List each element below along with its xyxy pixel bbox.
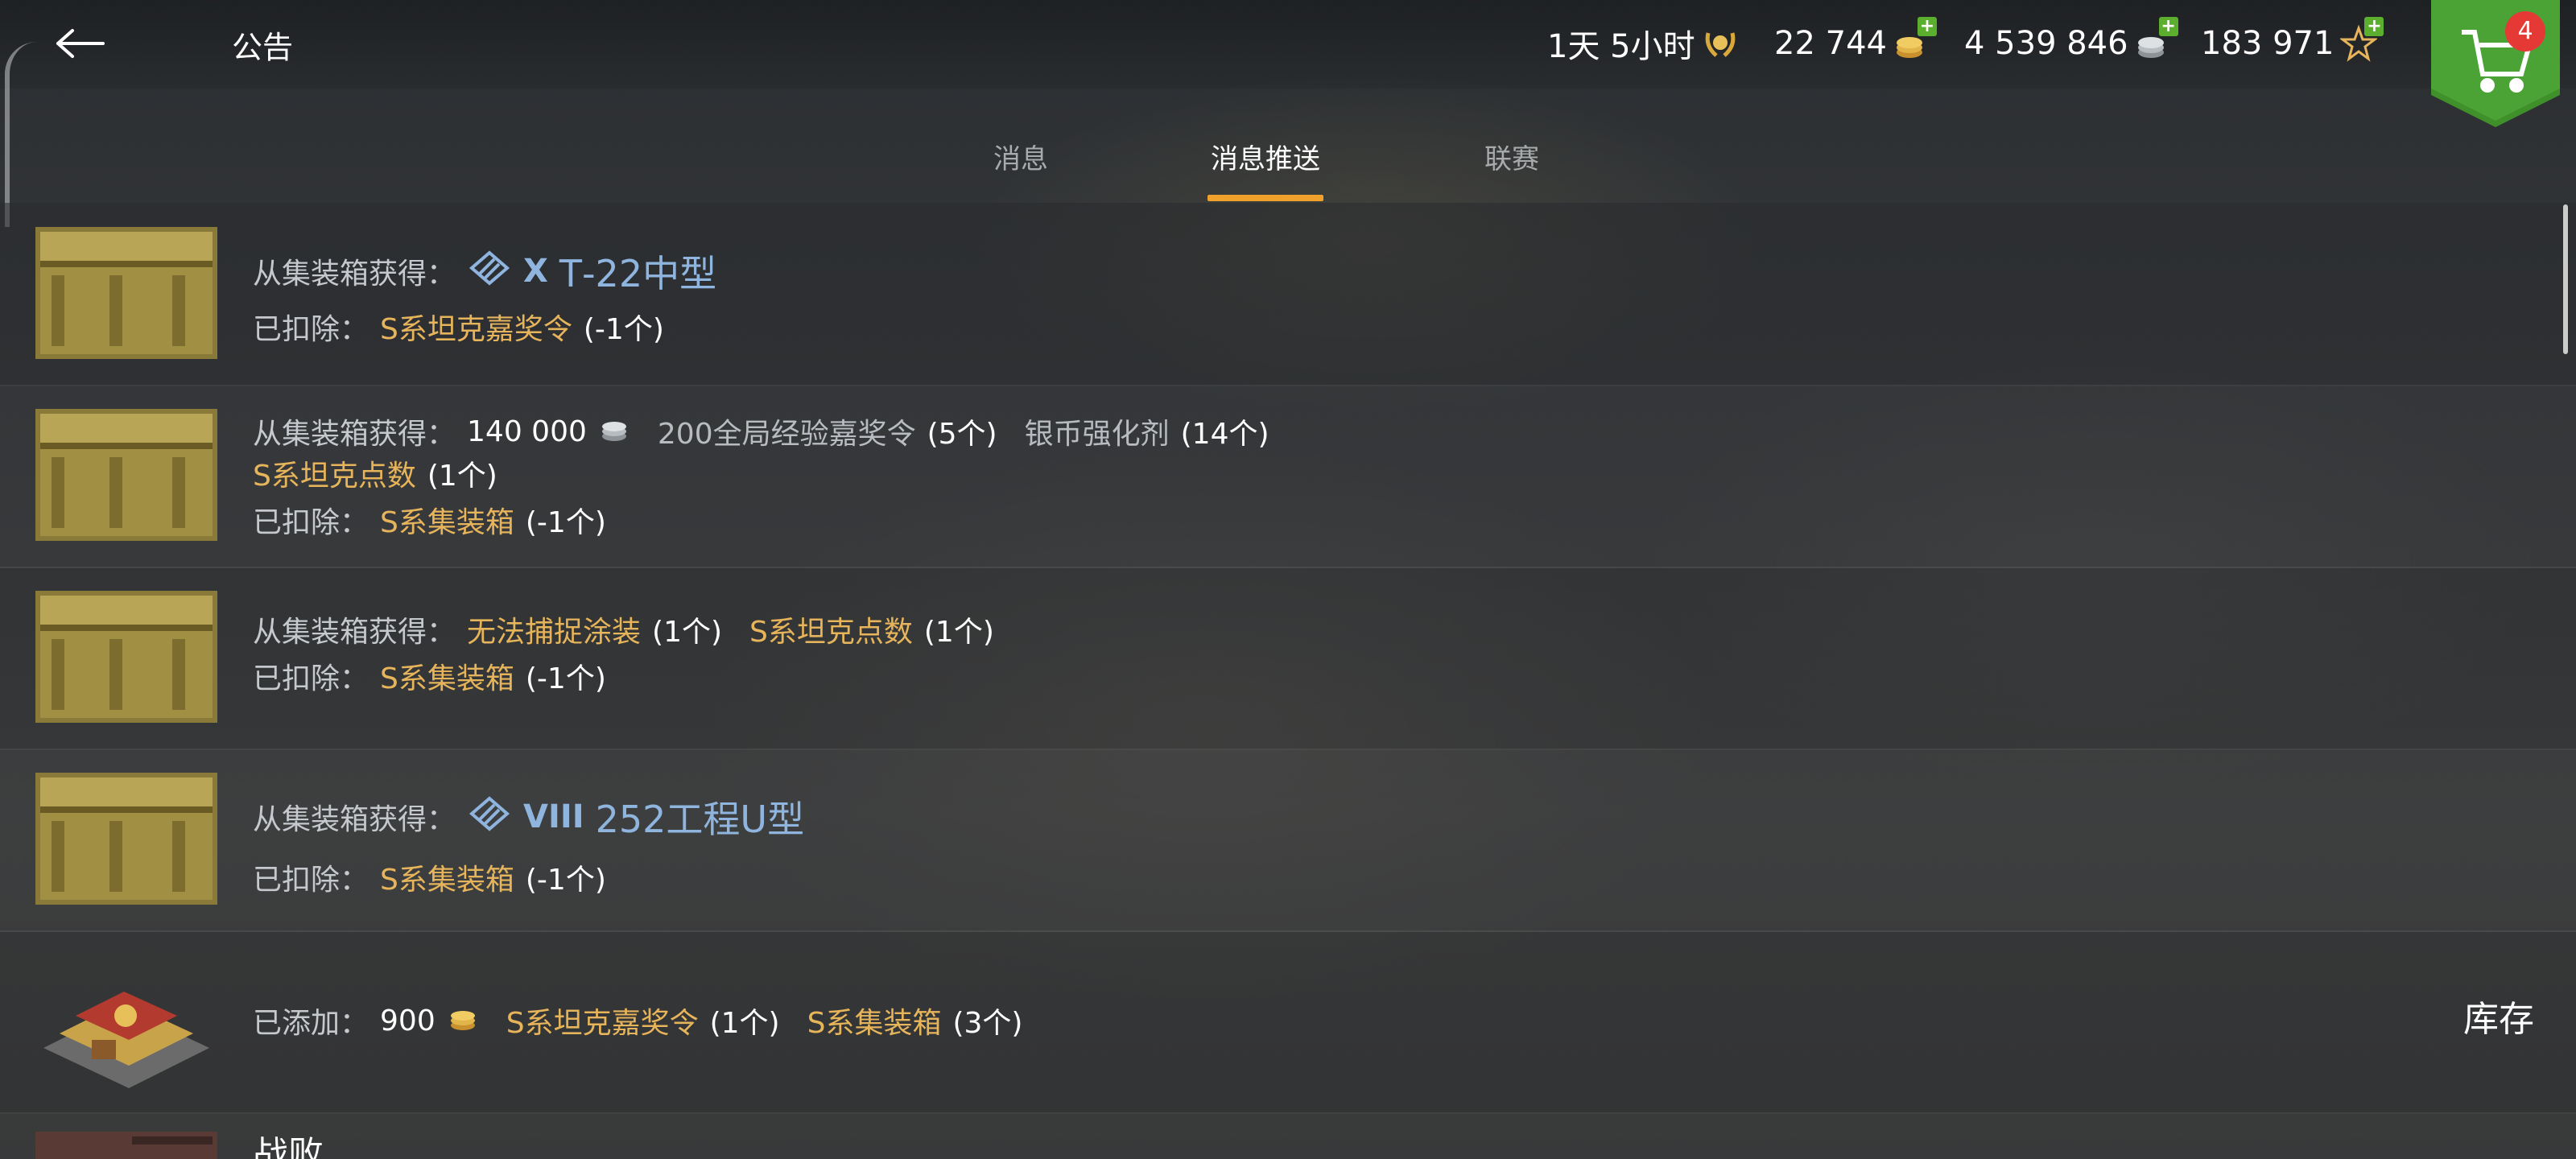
tab-league[interactable]: 联赛	[1484, 137, 1539, 176]
deduct-line: 已扣除： S系集装箱 (-1个)	[253, 655, 606, 697]
obtain-label: 从集装箱获得：	[253, 803, 456, 836]
gold-coins-icon	[447, 1001, 479, 1041]
container-crate-icon	[35, 227, 217, 359]
active-tab-indicator	[1208, 195, 1323, 201]
defeat-title-line: 战败	[253, 1125, 324, 1159]
gold-coins-icon: +	[1893, 17, 1937, 62]
defeat-title: 战败	[253, 1134, 324, 1159]
gold-reward-amount: 900	[380, 1004, 436, 1037]
arrow-left-icon	[56, 29, 105, 58]
reward-qty: (1个)	[652, 616, 723, 649]
battle-thumbnail	[35, 1132, 217, 1159]
list-item[interactable]: 已添加： 900 S系坦克嘉奖令 (1个) S系集装箱 (3个)	[0, 932, 2576, 1114]
tank-name[interactable]: Т-22中型	[559, 245, 716, 298]
obtain-line: 从集装箱获得： VIII 252工程U型	[253, 790, 804, 843]
reward-item: 200全局经验嘉奖令	[657, 418, 916, 451]
shop-notification-badge: 4	[2505, 11, 2545, 52]
inventory-button[interactable]: 库存	[2463, 990, 2534, 1041]
obtain-line: 从集装箱获得： 无法捕捉涂装 (1个) S系坦克点数 (1个)	[253, 608, 994, 650]
container-crate-icon	[35, 409, 217, 541]
add-silver-icon[interactable]: +	[2158, 17, 2178, 36]
deduct-line: 已扣除： S系集装箱 (-1个)	[253, 499, 606, 541]
added-label: 已添加：	[253, 1007, 369, 1040]
list-item[interactable]: 从集装箱获得： VIII 252工程U型 已扣除： S系集装箱 (-1个)	[0, 750, 2576, 932]
tank-class-icon	[467, 795, 512, 839]
deduct-line: 已扣除： S系坦克嘉奖令 (-1个)	[253, 306, 664, 348]
deduct-item: S系坦克嘉奖令	[380, 313, 572, 346]
gold-balance[interactable]: 22 744 +	[1774, 17, 1937, 68]
obtain-line: 从集装箱获得： X Т-22中型	[253, 245, 716, 298]
list-item[interactable]: 战败	[0, 1114, 2576, 1159]
obtain-label: 从集装箱获得：	[253, 258, 456, 291]
silver-balance[interactable]: 4 539 846 +	[1964, 17, 2178, 68]
deduct-qty: (-1个)	[525, 662, 606, 695]
tab-message-push[interactable]: 消息推送	[1211, 137, 1320, 176]
added-line: 已添加： 900 S系坦克嘉奖令 (1个) S系集装箱 (3个)	[253, 1000, 1022, 1041]
reward-qty: (1个)	[427, 460, 497, 493]
tank-tier: VIII	[523, 798, 584, 835]
obtain-label: 从集装箱获得：	[253, 616, 456, 649]
silver-coins-icon: +	[2135, 17, 2178, 62]
premium-laurel-icon	[1702, 25, 1739, 62]
add-gold-icon[interactable]: +	[1917, 17, 1937, 36]
tab-messages[interactable]: 消息	[993, 137, 1048, 176]
reward-item: S系坦克点数	[749, 616, 913, 649]
free-xp-balance[interactable]: 183 971 +	[2201, 17, 2384, 68]
deduct-label: 已扣除：	[253, 662, 369, 695]
reward-qty: (14个)	[1180, 418, 1269, 451]
premium-timer[interactable]: 1天 5小时	[1547, 19, 1739, 68]
reward-item: S系坦克点数	[253, 460, 416, 493]
reward-item: S系坦克嘉奖令	[506, 1007, 699, 1040]
silver-coins-icon	[598, 412, 630, 452]
list-item[interactable]: 从集装箱获得： 140 000 200全局经验嘉奖令 (5个) 银币强化剂 (1…	[0, 386, 2576, 568]
obtain-line: 从集装箱获得： 140 000 200全局经验嘉奖令 (5个) 银币强化剂 (1…	[253, 410, 1269, 452]
deduct-label: 已扣除：	[253, 506, 369, 539]
deduct-qty: (-1个)	[525, 506, 606, 539]
reward-qty: (1个)	[923, 616, 994, 649]
deduct-line: 已扣除： S系集装箱 (-1个)	[253, 856, 606, 898]
reward-qty: (3个)	[952, 1007, 1023, 1040]
silver-amount: 4 539 846	[1964, 25, 2128, 62]
container-crate-icon	[35, 773, 217, 905]
silver-reward-amount: 140 000	[467, 415, 587, 448]
tab-bar: 消息 消息推送 联赛	[0, 121, 2576, 201]
deduct-label: 已扣除：	[253, 313, 369, 346]
deduct-item: S系集装箱	[380, 864, 514, 897]
container-crate-icon	[35, 591, 217, 723]
reward-qty: (5个)	[927, 418, 997, 451]
building-icon	[35, 959, 217, 1091]
deduct-qty: (-1个)	[583, 313, 664, 346]
tank-name[interactable]: 252工程U型	[596, 790, 804, 843]
obtain-line-continued: S系坦克点数 (1个)	[253, 452, 497, 494]
top-bar	[0, 0, 2576, 89]
reward-item: 银币强化剂	[1024, 418, 1170, 451]
tank-tier: X	[523, 253, 548, 290]
deduct-item: S系集装箱	[380, 662, 514, 695]
list-item[interactable]: 从集装箱获得： 无法捕捉涂装 (1个) S系坦克点数 (1个) 已扣除： S系集…	[0, 568, 2576, 750]
obtain-label: 从集装箱获得：	[253, 418, 456, 451]
premium-timer-text: 1天 5小时	[1547, 28, 1695, 65]
reward-item: 无法捕捉涂装	[467, 616, 642, 649]
gold-amount: 22 744	[1774, 25, 1887, 62]
add-free-xp-icon[interactable]: +	[2364, 17, 2384, 36]
list-item[interactable]: 从集装箱获得： X Т-22中型 已扣除： S系坦克嘉奖令 (-1个)	[0, 204, 2576, 386]
free-xp-star-icon: +	[2339, 17, 2384, 62]
tank-class-icon	[467, 250, 512, 294]
reward-item: S系集装箱	[807, 1007, 942, 1040]
deduct-qty: (-1个)	[525, 864, 606, 897]
deduct-item: S系集装箱	[380, 506, 514, 539]
free-xp-amount: 183 971	[2201, 25, 2334, 62]
reward-qty: (1个)	[709, 1007, 780, 1040]
page-title: 公告	[232, 30, 294, 65]
deduct-label: 已扣除：	[253, 864, 369, 897]
back-button[interactable]	[50, 18, 111, 69]
